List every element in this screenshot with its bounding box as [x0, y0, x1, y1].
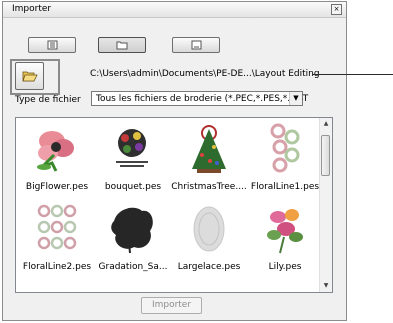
- scroll-down-icon[interactable]: ▼: [320, 280, 332, 292]
- callout-line: [312, 74, 393, 75]
- file-tile[interactable]: ChristmasTree....: [171, 123, 247, 203]
- file-tile[interactable]: FloralLine2.pes: [19, 203, 95, 283]
- file-name: Gradation_Sa...: [98, 262, 168, 272]
- folder-view-button[interactable]: [98, 37, 146, 53]
- open-folder-icon: [21, 71, 38, 82]
- import-button[interactable]: Importer: [141, 297, 202, 314]
- list-view-icon: [47, 40, 57, 50]
- file-tile[interactable]: BigFlower.pes: [19, 123, 95, 203]
- file-name: ChristmasTree....: [171, 182, 247, 192]
- file-name: bouquet.pes: [104, 182, 162, 192]
- file-name: Lily.pes: [268, 262, 302, 272]
- file-tile[interactable]: Gradation_Sa...: [95, 203, 171, 283]
- chevron-down-icon: ▼: [289, 92, 302, 105]
- filetype-select[interactable]: Tous les fichiers de broderie (*.PEC,*.P…: [91, 91, 308, 106]
- scroll-up-icon[interactable]: ▲: [320, 118, 332, 130]
- file-tile[interactable]: Lily.pes: [247, 203, 323, 283]
- file-list[interactable]: BigFlower.pes bouquet.pes ChristmasTree.…: [15, 117, 333, 293]
- vertical-scrollbar[interactable]: ▲ ▼: [319, 118, 332, 292]
- open-folder-button[interactable]: [15, 62, 44, 90]
- floralline1-thumbnail: [270, 123, 300, 173]
- christmastree-thumbnail: [192, 125, 226, 173]
- folder-view-icon: [116, 41, 128, 50]
- title-bar: Importer ×: [3, 2, 346, 18]
- file-tile[interactable]: FloralLine1.pes: [247, 123, 323, 203]
- file-name: FloralLine1.pes: [250, 182, 320, 192]
- file-name: FloralLine2.pes: [22, 262, 92, 272]
- close-button[interactable]: ×: [331, 4, 342, 15]
- lily-thumbnail: [267, 209, 303, 254]
- bouquet-thumbnail: [116, 129, 148, 167]
- filetype-label: Type de fichier: [15, 95, 81, 105]
- file-tile[interactable]: bouquet.pes: [95, 123, 171, 203]
- largelace-thumbnail: [193, 206, 225, 252]
- preview-view-icon: [191, 40, 201, 50]
- file-name: Largelace.pes: [177, 262, 241, 272]
- close-icon: ×: [333, 5, 340, 13]
- list-view-button[interactable]: [28, 37, 76, 53]
- dialog-title: Importer: [12, 4, 52, 14]
- gradation-thumbnail: [111, 207, 153, 254]
- filetype-value: Tous les fichiers de broderie (*.PEC,*.P…: [96, 94, 309, 104]
- preview-view-button[interactable]: [172, 37, 220, 53]
- file-tile[interactable]: Largelace.pes: [171, 203, 247, 283]
- scroll-thumb[interactable]: [321, 135, 330, 176]
- file-name: BigFlower.pes: [25, 182, 89, 192]
- bigflower-thumbnail: [37, 131, 74, 172]
- folder-path: C:\Users\admin\Documents\PE-DE...\Layout…: [90, 69, 320, 79]
- floralline2-thumbnail: [37, 204, 77, 250]
